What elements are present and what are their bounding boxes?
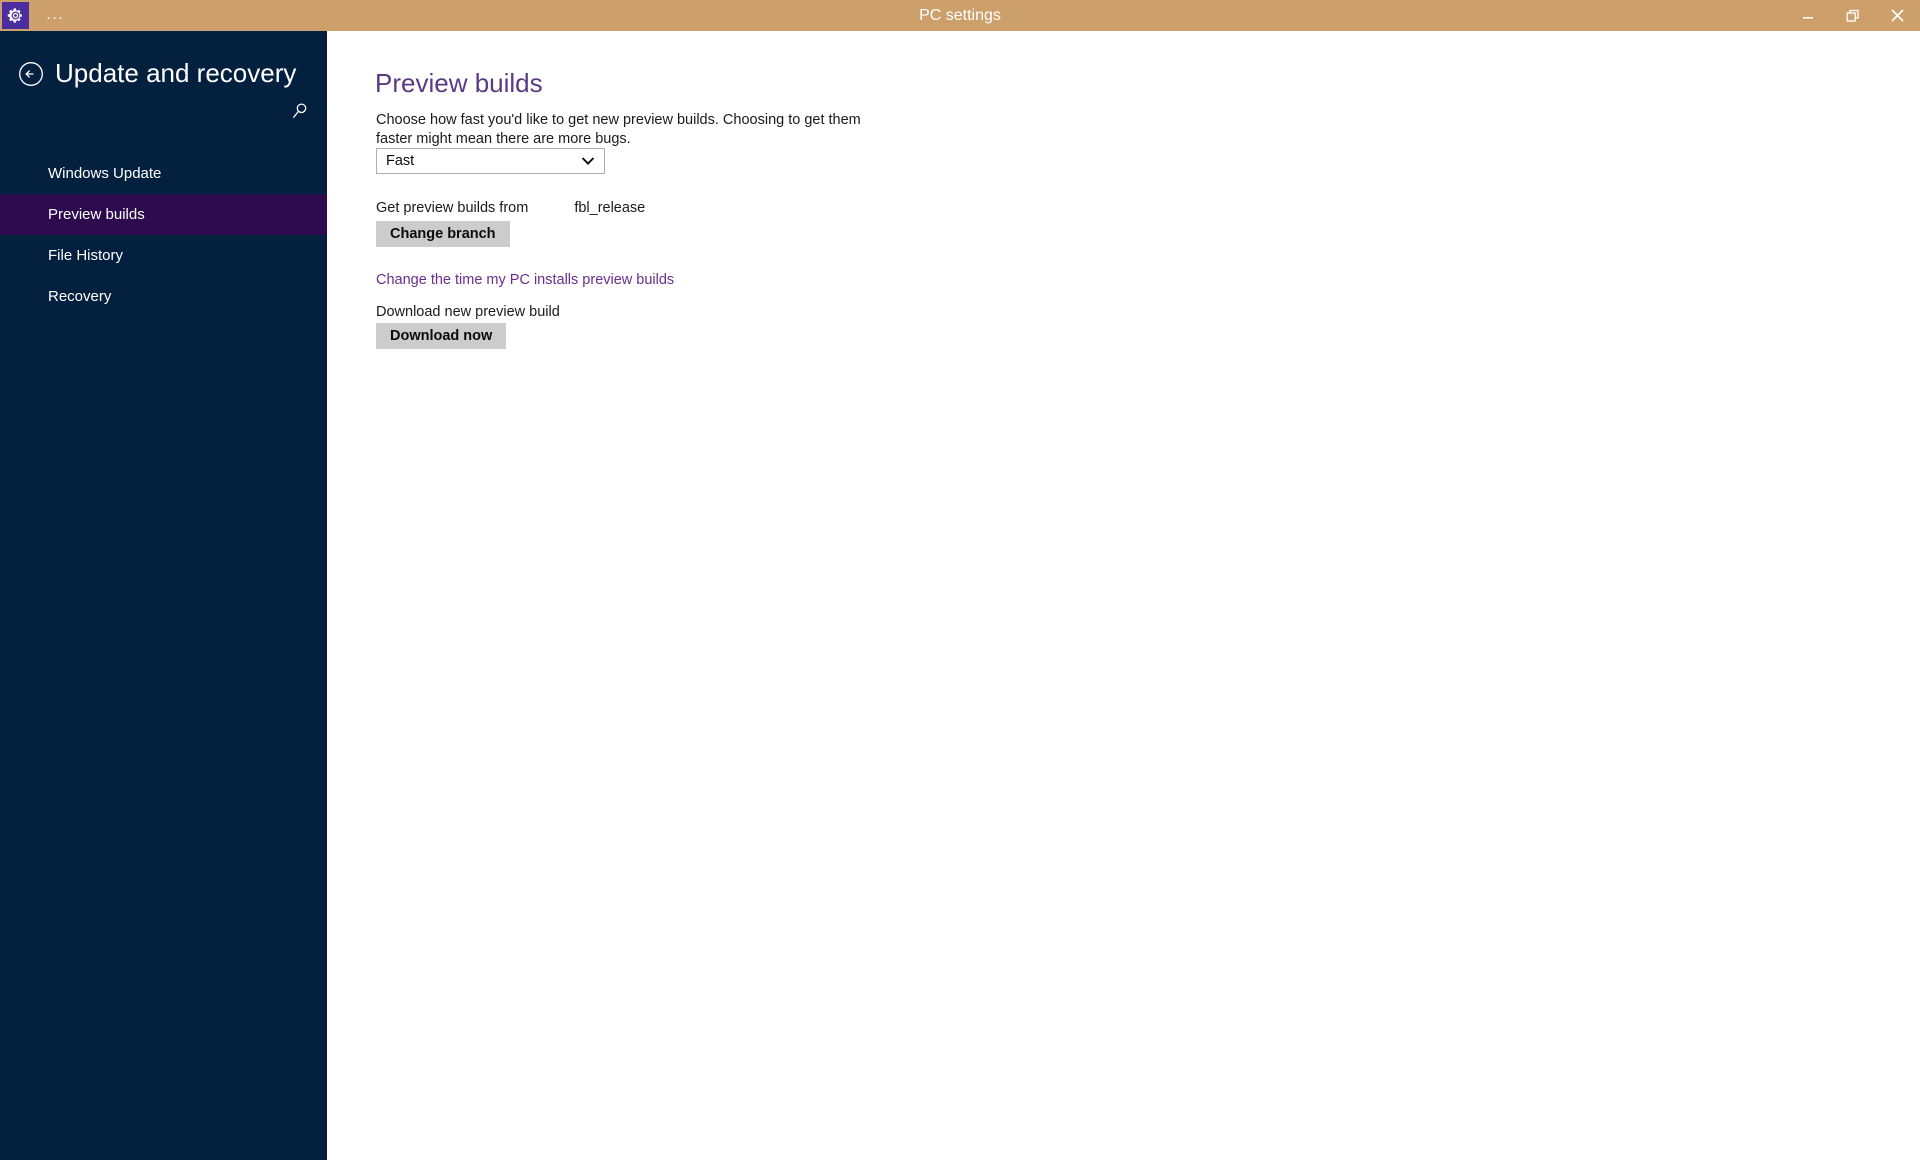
sidebar-header: Update and recovery — [0, 31, 327, 116]
sidebar-item-recovery[interactable]: Recovery — [0, 276, 327, 317]
page-title: Preview builds — [375, 68, 543, 98]
change-branch-button[interactable]: Change branch — [376, 221, 510, 247]
preview-speed-dropdown[interactable]: Fast — [376, 148, 605, 174]
sidebar-item-windows-update[interactable]: Windows Update — [0, 153, 327, 194]
change-install-time-link[interactable]: Change the time my PC installs preview b… — [376, 272, 674, 288]
sidebar-title: Update and recovery — [55, 58, 297, 88]
sidebar-item-label: Recovery — [48, 288, 112, 305]
window-controls — [1785, 0, 1920, 31]
chevron-down-icon — [581, 156, 595, 166]
download-now-button[interactable]: Download now — [376, 323, 507, 349]
app-gear-icon[interactable] — [2, 2, 29, 29]
sidebar-item-label: Preview builds — [48, 206, 145, 223]
sidebar-item-preview-builds[interactable]: Preview builds — [0, 194, 327, 235]
sidebar: Update and recovery Windows Update Previ… — [0, 31, 327, 1160]
window-title: PC settings — [919, 6, 1001, 24]
branch-label: Get preview builds from — [376, 200, 529, 216]
branch-row: Get preview builds from fbl_release — [376, 200, 645, 216]
restore-button[interactable] — [1830, 0, 1875, 31]
sidebar-item-label: File History — [48, 247, 124, 264]
page-description: Choose how fast you'd like to get new pr… — [376, 112, 861, 147]
title-bar: ··· PC settings — [0, 0, 1920, 31]
minimize-button[interactable] — [1785, 0, 1830, 31]
search-icon[interactable] — [288, 99, 312, 123]
branch-value: fbl_release — [574, 200, 646, 216]
overflow-dots-icon[interactable]: ··· — [46, 10, 64, 25]
close-button[interactable] — [1875, 0, 1920, 31]
sidebar-nav: Windows Update Preview builds File Histo… — [0, 153, 327, 317]
download-label: Download new preview build — [376, 304, 560, 320]
dropdown-selected-value: Fast — [386, 153, 415, 169]
sidebar-item-file-history[interactable]: File History — [0, 235, 327, 276]
sidebar-item-label: Windows Update — [48, 165, 162, 182]
main-content: Preview builds Choose how fast you'd lik… — [327, 31, 1920, 1160]
back-arrow-icon[interactable] — [17, 60, 45, 88]
